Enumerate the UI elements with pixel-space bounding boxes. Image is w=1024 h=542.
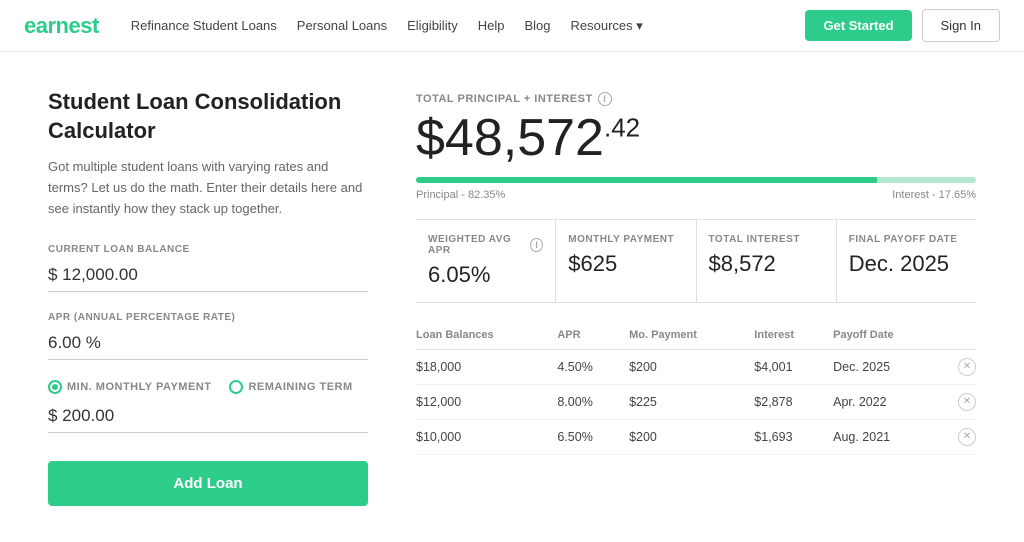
monthly-payment-input[interactable] — [48, 402, 368, 433]
payment-type-row: MIN. MONTHLY PAYMENT REMAINING TERM — [48, 380, 368, 394]
cell-delete[interactable]: ✕ — [946, 385, 976, 420]
min-payment-label: MIN. MONTHLY PAYMENT — [67, 381, 211, 393]
stats-row: WEIGHTED AVG APR i 6.05% MONTHLY PAYMENT… — [416, 219, 976, 303]
cell-apr: 6.50% — [557, 420, 629, 455]
stat-weighted-apr-label: WEIGHTED AVG APR i — [428, 234, 543, 256]
stat-payoff-date-label: FINAL PAYOFF DATE — [849, 234, 964, 245]
logo[interactable]: earnest — [24, 13, 99, 39]
col-payment: Mo. Payment — [629, 323, 754, 350]
cell-payoff: Aug. 2021 — [833, 420, 946, 455]
stat-weighted-apr: WEIGHTED AVG APR i 6.05% — [416, 220, 556, 302]
nav-help[interactable]: Help — [478, 18, 505, 34]
stat-total-interest-value: $8,572 — [709, 251, 824, 277]
cell-delete[interactable]: ✕ — [946, 420, 976, 455]
calculator-title: Student Loan Consolidation Calculator — [48, 88, 368, 145]
delete-row-button[interactable]: ✕ — [958, 393, 976, 411]
total-label: TOTAL PRINCIPAL + INTEREST i — [416, 92, 976, 106]
stat-total-interest: TOTAL INTEREST $8,572 — [697, 220, 837, 302]
cell-payoff: Dec. 2025 — [833, 350, 946, 385]
cell-balance: $12,000 — [416, 385, 557, 420]
apr-group: APR (ANNUAL PERCENTAGE RATE) — [48, 312, 368, 360]
cell-payment: $200 — [629, 420, 754, 455]
total-cents: .42 — [604, 113, 640, 143]
radio-filled-icon — [48, 380, 62, 394]
cell-payment: $225 — [629, 385, 754, 420]
total-info-icon[interactable]: i — [598, 92, 612, 106]
balance-group: CURRENT LOAN BALANCE — [48, 244, 368, 292]
remaining-term-label: REMAINING TERM — [248, 381, 352, 393]
col-apr: APR — [557, 323, 629, 350]
stat-monthly-payment: MONTHLY PAYMENT $625 — [556, 220, 696, 302]
col-balance: Loan Balances — [416, 323, 557, 350]
sign-in-button[interactable]: Sign In — [922, 9, 1000, 42]
col-payoff: Payoff Date — [833, 323, 946, 350]
header-actions: Get Started Sign In — [805, 9, 1000, 42]
principal-label: Principal - 82.35% — [416, 189, 505, 201]
table-row: $18,000 4.50% $200 $4,001 Dec. 2025 ✕ — [416, 350, 976, 385]
remaining-term-radio[interactable]: REMAINING TERM — [229, 380, 352, 394]
stat-monthly-payment-label: MONTHLY PAYMENT — [568, 234, 683, 245]
nav-eligibility[interactable]: Eligibility — [407, 18, 458, 34]
cell-balance: $10,000 — [416, 420, 557, 455]
calculator-description: Got multiple student loans with varying … — [48, 157, 368, 219]
table-row: $10,000 6.50% $200 $1,693 Aug. 2021 ✕ — [416, 420, 976, 455]
monthly-payment-group — [48, 402, 368, 433]
cell-payoff: Apr. 2022 — [833, 385, 946, 420]
loan-table: Loan Balances APR Mo. Payment Interest P… — [416, 323, 976, 455]
delete-row-button[interactable]: ✕ — [958, 358, 976, 376]
nav-refinance[interactable]: Refinance Student Loans — [131, 18, 277, 34]
nav-blog[interactable]: Blog — [524, 18, 550, 34]
calculator-panel: Student Loan Consolidation Calculator Go… — [48, 88, 368, 506]
radio-empty-icon — [229, 380, 243, 394]
add-loan-button[interactable]: Add Loan — [48, 461, 368, 506]
stat-payoff-date: FINAL PAYOFF DATE Dec. 2025 — [837, 220, 976, 302]
apr-input[interactable] — [48, 329, 368, 360]
progress-bar-fill — [416, 177, 877, 183]
nav-personal-loans[interactable]: Personal Loans — [297, 18, 387, 34]
cell-interest: $1,693 — [754, 420, 833, 455]
stat-payoff-date-value: Dec. 2025 — [849, 251, 964, 277]
cell-apr: 8.00% — [557, 385, 629, 420]
cell-interest: $4,001 — [754, 350, 833, 385]
cell-balance: $18,000 — [416, 350, 557, 385]
min-payment-radio[interactable]: MIN. MONTHLY PAYMENT — [48, 380, 211, 394]
total-whole: $48,572 — [416, 109, 604, 167]
table-row: $12,000 8.00% $225 $2,878 Apr. 2022 ✕ — [416, 385, 976, 420]
stat-monthly-payment-value: $625 — [568, 251, 683, 277]
col-interest: Interest — [754, 323, 833, 350]
stat-total-interest-label: TOTAL INTEREST — [709, 234, 824, 245]
balance-label: CURRENT LOAN BALANCE — [48, 244, 368, 255]
balance-input[interactable] — [48, 261, 368, 292]
interest-label: Interest - 17.65% — [892, 189, 976, 201]
progress-bar-wrap — [416, 177, 976, 183]
cell-payment: $200 — [629, 350, 754, 385]
col-action — [946, 323, 976, 350]
progress-labels: Principal - 82.35% Interest - 17.65% — [416, 189, 976, 201]
stat-weighted-apr-value: 6.05% — [428, 262, 543, 288]
apr-label: APR (ANNUAL PERCENTAGE RATE) — [48, 312, 368, 323]
total-amount: $48,572.42 — [416, 110, 976, 167]
nav-resources[interactable]: Resources ▾ — [570, 18, 642, 34]
cell-apr: 4.50% — [557, 350, 629, 385]
apr-info-icon[interactable]: i — [530, 238, 543, 252]
main-nav: Refinance Student Loans Personal Loans E… — [131, 18, 806, 34]
delete-row-button[interactable]: ✕ — [958, 428, 976, 446]
cell-delete[interactable]: ✕ — [946, 350, 976, 385]
get-started-button[interactable]: Get Started — [805, 10, 911, 41]
results-panel: TOTAL PRINCIPAL + INTEREST i $48,572.42 … — [416, 88, 976, 506]
cell-interest: $2,878 — [754, 385, 833, 420]
